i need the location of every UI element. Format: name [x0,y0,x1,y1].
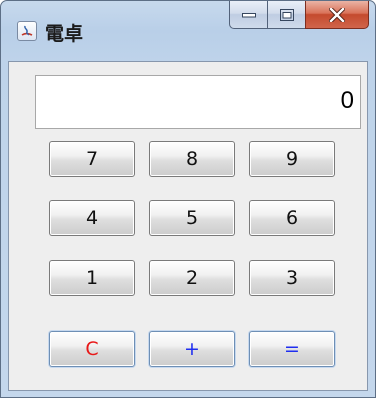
close-icon [329,7,345,22]
key-6[interactable]: 6 [249,200,335,236]
window-title: 電卓 [45,23,84,45]
maximize-icon [279,8,294,21]
title-bar[interactable]: 電卓 [1,1,375,61]
key-8[interactable]: 8 [149,141,235,177]
clear-button[interactable]: C [49,331,135,367]
key-7[interactable]: 7 [49,141,135,177]
caption-buttons [229,1,369,30]
plus-button[interactable]: + [149,331,235,367]
display-field[interactable]: 0 [35,75,361,129]
maximize-button[interactable] [267,1,305,29]
key-4[interactable]: 4 [49,200,135,236]
display-value: 0 [340,87,354,114]
close-button[interactable] [305,1,369,29]
equals-button[interactable]: = [249,331,335,367]
key-9[interactable]: 9 [249,141,335,177]
calculator-app-icon[interactable] [17,21,37,41]
key-2[interactable]: 2 [149,260,235,296]
key-3[interactable]: 3 [249,260,335,296]
key-5[interactable]: 5 [149,200,235,236]
calculator-window: 電卓 0 7 8 9 4 5 6 1 2 3 C + = [0,0,376,398]
minimize-icon [241,12,256,17]
calculator-panel: 0 7 8 9 4 5 6 1 2 3 C + = [8,61,368,391]
minimize-button[interactable] [229,1,267,29]
key-1[interactable]: 1 [49,260,135,296]
